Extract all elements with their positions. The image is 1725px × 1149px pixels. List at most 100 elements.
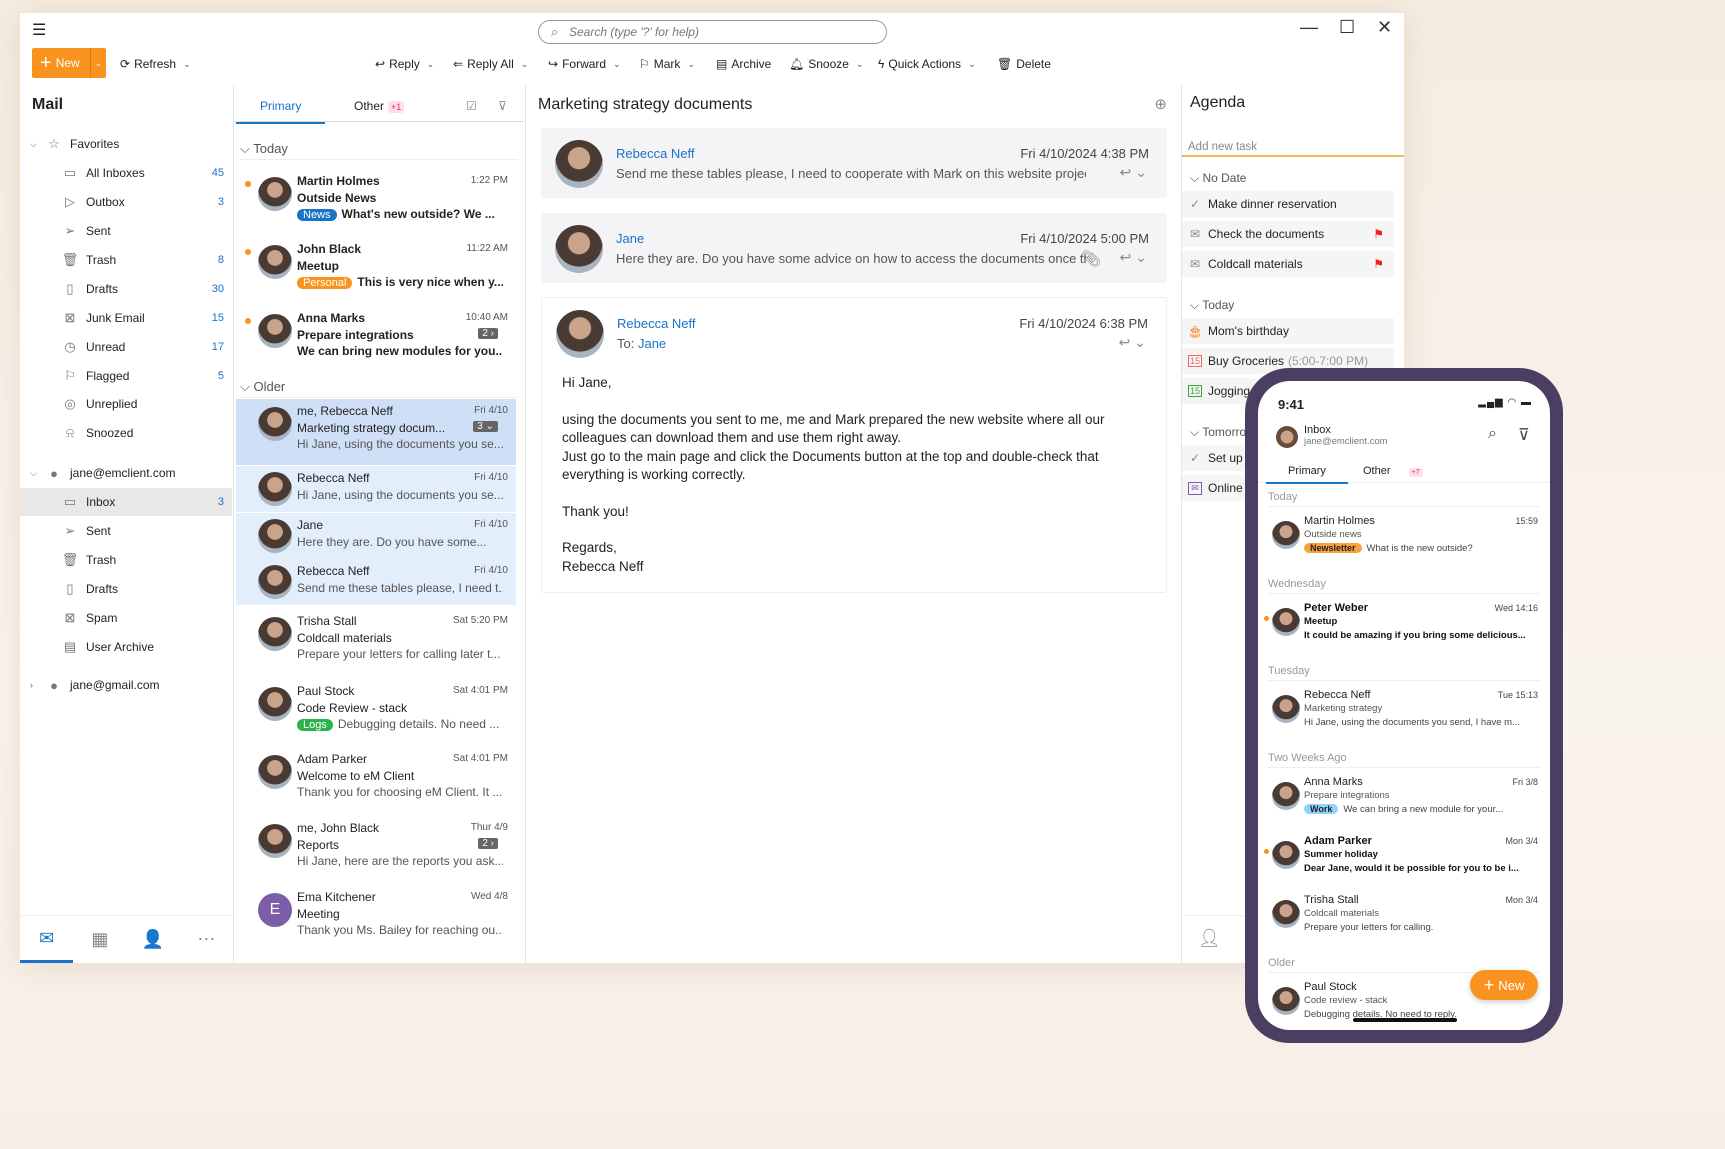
message-item[interactable]: Martin Holmes 1:22 PM Outside News News What… bbox=[236, 169, 516, 235]
sender-name[interactable]: Jane bbox=[616, 231, 644, 246]
agenda-group[interactable]: ⌵ No Date bbox=[1190, 171, 1246, 186]
phone-message-item[interactable]: Martin Holmes Outside news 15:59 Newsletter… bbox=[1258, 515, 1550, 575]
phone-message-item[interactable]: Trisha Stall Coldcall materials Mon 3/4 Pre… bbox=[1258, 894, 1550, 954]
select-all-icon[interactable]: ☑ bbox=[466, 99, 477, 113]
chevron-icon[interactable]: › bbox=[30, 680, 44, 690]
forward-button[interactable]: ↪ Forward ⌄ bbox=[548, 57, 621, 71]
sidebar-item-outbox[interactable]: ▷ Outbox 3 bbox=[20, 188, 232, 216]
flag-icon[interactable]: ⚑ bbox=[1373, 257, 1384, 271]
delete-button[interactable]: 🗑︎ Delete bbox=[997, 57, 1051, 71]
sidebar-item-junk-email[interactable]: ⊠ Junk Email 15 bbox=[20, 304, 232, 332]
preview-text: Prepare your letters for calling later t… bbox=[297, 647, 501, 661]
sidebar-item-inbox[interactable]: ▭ Inbox 3 bbox=[20, 488, 232, 516]
filter-icon[interactable]: ⊽ bbox=[1518, 425, 1530, 445]
reply-icon[interactable]: ↩ ⌄ bbox=[1120, 164, 1147, 181]
quick-actions-button[interactable]: ϟ Quick Actions ⌄ bbox=[878, 57, 976, 71]
phone-message-item[interactable]: Peter Weber Meetup Wed 14:16 It could be am… bbox=[1258, 602, 1550, 662]
add-task-input[interactable]: Add new task bbox=[1182, 133, 1404, 157]
sidebar-item-label: Sent bbox=[86, 524, 111, 538]
phone-message-item[interactable]: Anna Marks Prepare integrations Fri 3/8 Wor… bbox=[1258, 776, 1550, 836]
collapsed-message[interactable]: Jane Fri 4/10/2024 5:00 PM Here they are. … bbox=[541, 213, 1167, 283]
tab-other[interactable]: Other +1 bbox=[354, 99, 405, 113]
message-item[interactable]: Rebecca Neff Fri 4/10 Hi Jane, using the d… bbox=[236, 466, 516, 512]
message-item[interactable]: Jane Fri 4/10 Here they are. Do you have s… bbox=[236, 513, 516, 559]
add-to-agenda-icon[interactable]: ⊕ bbox=[1154, 95, 1167, 113]
message-item[interactable]: E Ema Kitchener Wed 4/8 Meeting Thank you Ms… bbox=[236, 885, 516, 951]
sidebar-item-jane-emclient-com[interactable]: ⌵ ● jane@emclient.com bbox=[20, 459, 232, 487]
sidebar-item-snoozed[interactable]: ⍾ Snoozed bbox=[20, 419, 232, 447]
sidebar-item-jane-gmail-com[interactable]: › ● jane@gmail.com bbox=[20, 671, 232, 699]
sidebar-item-flagged[interactable]: ⚐ Flagged 5 bbox=[20, 362, 232, 390]
agenda-item[interactable]: ✉ Coldcall materials ⚑ bbox=[1182, 251, 1394, 277]
collapsed-message[interactable]: Rebecca Neff Fri 4/10/2024 4:38 PM Send me… bbox=[541, 128, 1167, 198]
calendar-icon[interactable]: ▦ bbox=[73, 916, 126, 963]
agenda-group[interactable]: ⌵ Today bbox=[1190, 298, 1234, 313]
reply-all-button[interactable]: ⇐ Reply All ⌄ bbox=[453, 57, 528, 71]
new-button[interactable]: + New ⌄ bbox=[32, 48, 106, 78]
sidebar-item-spam[interactable]: ⊠ Spam bbox=[20, 604, 232, 632]
maximize-button[interactable]: ☐ bbox=[1339, 17, 1355, 38]
message-item[interactable]: Rebecca Neff Fri 4/10 Send me these tables… bbox=[236, 559, 516, 605]
snooze-button[interactable]: 🔔︎ Snooze ⌄ bbox=[789, 57, 863, 71]
sidebar-item-favorites[interactable]: ⌵ ☆ Favorites bbox=[20, 130, 232, 158]
reply-icon[interactable]: ↩ ⌄ bbox=[1120, 249, 1147, 266]
folder-icon: ⊠ bbox=[64, 610, 76, 625]
sidebar-title: Mail bbox=[32, 96, 64, 113]
phone-message-item[interactable]: Rebecca Neff Marketing strategy Tue 15:13 H… bbox=[1258, 689, 1550, 749]
agenda-item[interactable]: ✓ Make dinner reservation bbox=[1182, 191, 1394, 217]
sender: Martin Holmes bbox=[1304, 515, 1375, 527]
sidebar-item-drafts[interactable]: ▯ Drafts bbox=[20, 575, 232, 603]
minimize-button[interactable]: — bbox=[1300, 17, 1318, 38]
flag-icon[interactable]: ⚑ bbox=[1373, 227, 1384, 241]
subject: Coldcall materials bbox=[297, 631, 392, 645]
thread-count: 2 › bbox=[478, 838, 498, 849]
group-today[interactable]: ⌵ Today bbox=[240, 141, 518, 160]
sidebar-item-sent[interactable]: ➢ Sent bbox=[20, 517, 232, 545]
agenda-item[interactable]: ✉ Check the documents ⚑ bbox=[1182, 221, 1394, 247]
new-dropdown-button[interactable]: ⌄ bbox=[90, 48, 106, 78]
filter-icon[interactable]: ⊽ bbox=[498, 99, 507, 113]
phone-tab-primary[interactable]: Primary bbox=[1266, 465, 1348, 484]
contacts-icon[interactable]: 👤 bbox=[127, 916, 180, 963]
sidebar-item-sent[interactable]: ➢ Sent bbox=[20, 217, 232, 245]
sidebar-item-user-archive[interactable]: ▤ User Archive bbox=[20, 633, 232, 661]
message-item[interactable]: Paul Stock Sat 4:01 PM Code Review - stack… bbox=[236, 679, 516, 745]
mail-icon[interactable]: ✉ bbox=[20, 916, 74, 963]
message-item[interactable]: me, John Black Thur 4/9 Reports Hi Jane, he… bbox=[236, 816, 516, 882]
sidebar-item-drafts[interactable]: ▯ Drafts 30 bbox=[20, 275, 232, 303]
hamburger-menu-icon[interactable]: ☰ bbox=[32, 20, 46, 40]
message-item[interactable]: Adam Parker Sat 4:01 PM Welcome to eM Clie… bbox=[236, 747, 516, 813]
search-input[interactable]: ⌕ Search (type '?' for help) bbox=[538, 20, 887, 44]
phone-tab-other[interactable]: Other +7 bbox=[1363, 465, 1423, 477]
group-older[interactable]: ⌵ Older bbox=[240, 379, 518, 398]
chevron-icon[interactable]: ⌵ bbox=[30, 139, 44, 150]
message-time: Tue 15:13 bbox=[1497, 690, 1538, 700]
close-button[interactable]: ✕ bbox=[1377, 17, 1392, 38]
sender-name[interactable]: Rebecca Neff bbox=[616, 146, 695, 161]
archive-button[interactable]: ▤ Archive bbox=[716, 57, 771, 71]
message-item[interactable]: Trisha Stall Sat 5:20 PM Coldcall material… bbox=[236, 609, 516, 675]
contacts-icon[interactable]: 👤︎ bbox=[1198, 928, 1221, 949]
unread-count: 8 bbox=[217, 254, 224, 266]
chevron-icon[interactable]: ⌵ bbox=[30, 468, 44, 479]
sidebar-item-trash[interactable]: 🗑 Trash 8 bbox=[20, 246, 232, 274]
sender-name[interactable]: Rebecca Neff bbox=[617, 316, 696, 331]
phone-new-button[interactable]: + New bbox=[1470, 970, 1538, 1000]
agenda-item[interactable]: 🎂 Mom's birthday bbox=[1182, 318, 1394, 344]
sidebar-item-trash[interactable]: 🗑 Trash bbox=[20, 546, 232, 574]
sidebar-item-unreplied[interactable]: ◎ Unreplied bbox=[20, 390, 232, 418]
expanded-message[interactable]: Rebecca Neff Fri 4/10/2024 6:38 PM To: Jan… bbox=[541, 297, 1167, 593]
mark-button[interactable]: ⚐ Mark ⌄ bbox=[639, 57, 695, 71]
message-item[interactable]: me, Rebecca Neff Fri 4/10 Marketing strate… bbox=[236, 399, 516, 465]
more-icon[interactable]: ⋯ bbox=[180, 916, 233, 963]
message-item[interactable]: John Black 11:22 AM Meetup Personal This is … bbox=[236, 237, 516, 303]
message-item[interactable]: Anna Marks 10:40 AM Prepare integrations We… bbox=[236, 306, 516, 372]
avatar: E bbox=[258, 893, 292, 927]
reply-icon[interactable]: ↩ ⌄ bbox=[1119, 334, 1146, 351]
refresh-button[interactable]: ⟳ Refresh ⌄ bbox=[120, 57, 191, 71]
phone-message-item[interactable]: Adam Parker Summer holiday Mon 3/4 Dear Jan… bbox=[1258, 835, 1550, 895]
sidebar-item-unread[interactable]: ◷ Unread 17 bbox=[20, 333, 232, 361]
reply-button[interactable]: ↩ Reply ⌄ bbox=[375, 57, 434, 71]
sidebar-item-all-inboxes[interactable]: ▭ All Inboxes 45 bbox=[20, 159, 232, 187]
search-icon[interactable]: ⌕ bbox=[1488, 425, 1497, 443]
